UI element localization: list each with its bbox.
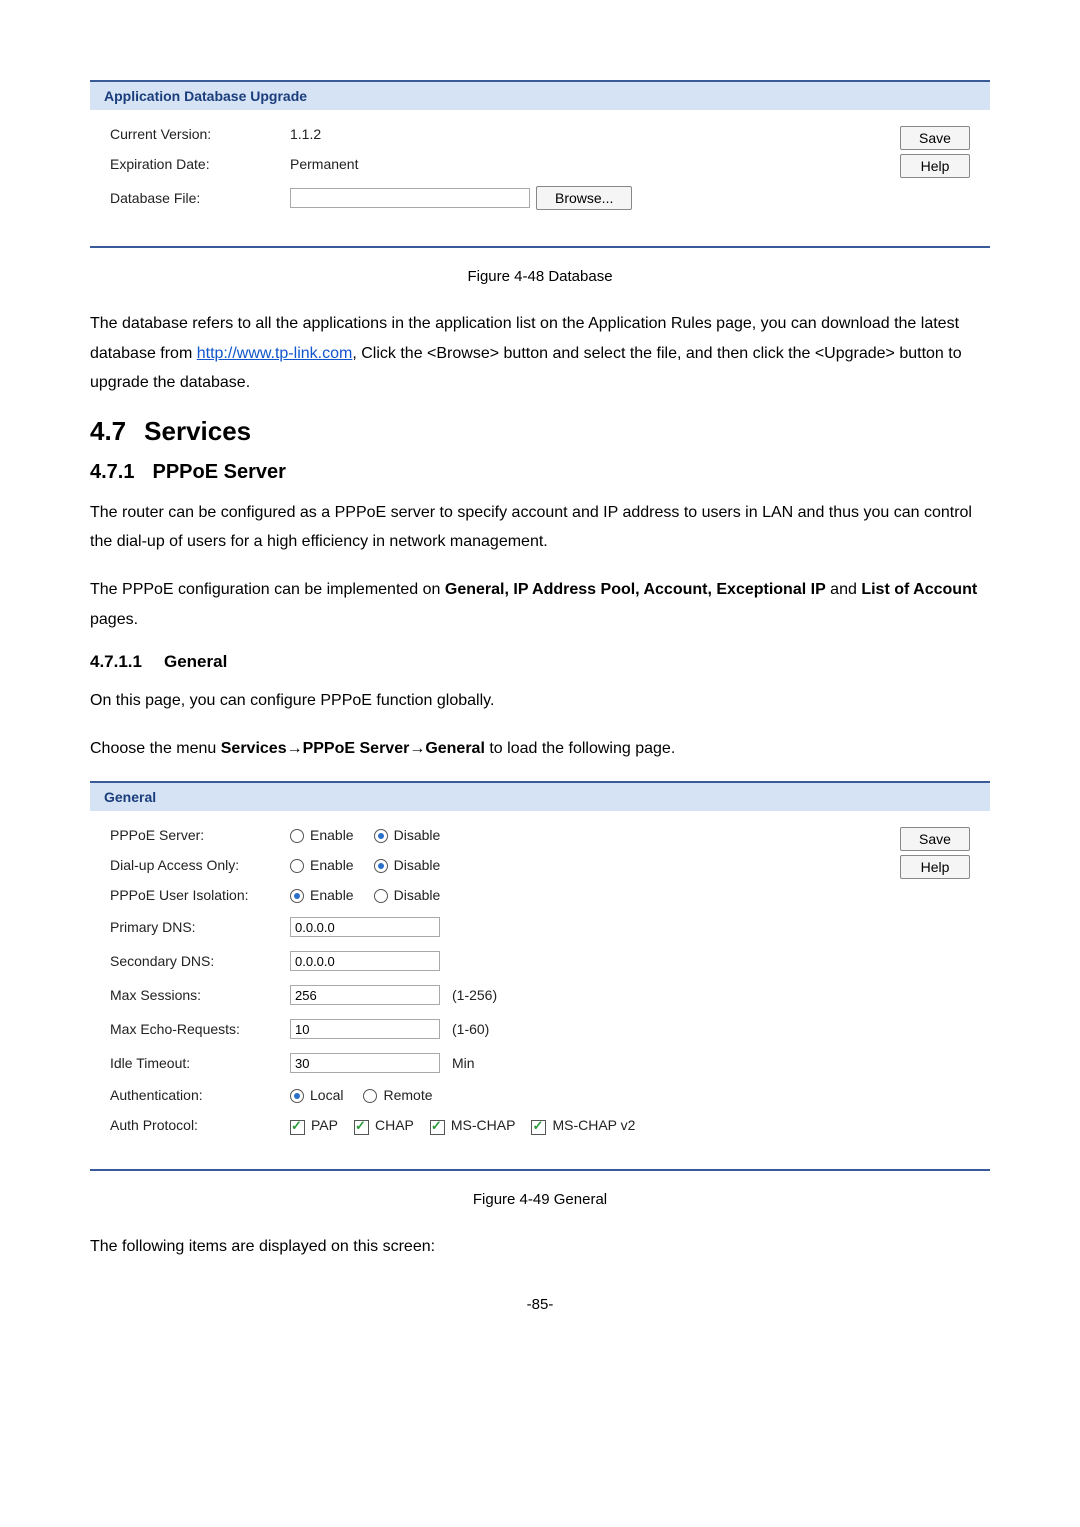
primary-dns-label: Primary DNS: bbox=[110, 919, 290, 935]
max-echo-hint: (1-60) bbox=[452, 1021, 489, 1037]
auth-protocol-label: Auth Protocol: bbox=[110, 1117, 290, 1133]
figure-caption-49: Figure 4-49 General bbox=[90, 1191, 990, 1208]
save-button-2[interactable]: Save bbox=[900, 827, 970, 851]
max-echo-input[interactable] bbox=[290, 1019, 440, 1039]
save-button[interactable]: Save bbox=[900, 126, 970, 150]
dial-up-enable-radio[interactable]: Enable bbox=[290, 857, 354, 873]
expiration-date-value: Permanent bbox=[290, 156, 358, 172]
max-echo-label: Max Echo-Requests: bbox=[110, 1021, 290, 1037]
isolation-label: PPPoE User Isolation: bbox=[110, 887, 290, 903]
idle-timeout-label: Idle Timeout: bbox=[110, 1055, 290, 1071]
browse-button[interactable]: Browse... bbox=[536, 186, 632, 210]
radio-icon bbox=[290, 829, 304, 843]
help-button-2[interactable]: Help bbox=[900, 855, 970, 879]
current-version-value: 1.1.2 bbox=[290, 126, 321, 142]
secondary-dns-row: Secondary DNS: bbox=[110, 951, 880, 971]
primary-dns-row: Primary DNS: bbox=[110, 917, 880, 937]
auth-protocol-row: Auth Protocol: PAP CHAP MS-CHAP MS-CHAP … bbox=[110, 1117, 880, 1133]
radio-icon bbox=[290, 1089, 304, 1103]
primary-dns-input[interactable] bbox=[290, 917, 440, 937]
pppoe-server-enable-radio[interactable]: Enable bbox=[290, 827, 354, 843]
general-paragraph-2: Choose the menu Services→PPPoE Server→Ge… bbox=[90, 734, 990, 764]
database-file-input[interactable] bbox=[290, 188, 530, 208]
auth-pap-checkbox[interactable]: PAP bbox=[290, 1117, 338, 1133]
max-sessions-input[interactable] bbox=[290, 985, 440, 1005]
idle-timeout-hint: Min bbox=[452, 1055, 475, 1071]
pppoe-paragraph-1: The router can be configured as a PPPoE … bbox=[90, 498, 990, 557]
database-file-label: Database File: bbox=[110, 190, 290, 206]
help-button[interactable]: Help bbox=[900, 154, 970, 178]
pppoe-server-disable-radio[interactable]: Disable bbox=[374, 827, 441, 843]
general-panel: General PPPoE Server: Enable Disable Dia… bbox=[90, 781, 990, 1171]
tp-link-url[interactable]: http://www.tp-link.com bbox=[197, 345, 353, 362]
isolation-disable-radio[interactable]: Disable bbox=[374, 887, 441, 903]
current-version-row: Current Version: 1.1.2 bbox=[110, 126, 880, 142]
panel2-title: General bbox=[90, 783, 990, 811]
services-heading: 4.7Services bbox=[90, 416, 990, 447]
radio-icon bbox=[363, 1089, 377, 1103]
checkbox-icon bbox=[290, 1120, 305, 1135]
checkbox-icon bbox=[531, 1120, 546, 1135]
isolation-row: PPPoE User Isolation: Enable Disable bbox=[110, 887, 880, 903]
max-sessions-label: Max Sessions: bbox=[110, 987, 290, 1003]
authentication-row: Authentication: Local Remote bbox=[110, 1087, 880, 1103]
general-heading: 4.7.1.1General bbox=[90, 652, 990, 672]
dial-up-row: Dial-up Access Only: Enable Disable bbox=[110, 857, 880, 873]
database-file-row: Database File: Browse... bbox=[110, 186, 880, 210]
checkbox-icon bbox=[354, 1120, 369, 1135]
authentication-label: Authentication: bbox=[110, 1087, 290, 1103]
radio-icon bbox=[290, 859, 304, 873]
expiration-date-label: Expiration Date: bbox=[110, 156, 290, 172]
max-echo-row: Max Echo-Requests: (1-60) bbox=[110, 1019, 880, 1039]
max-sessions-hint: (1-256) bbox=[452, 987, 497, 1003]
auth-chap-checkbox[interactable]: CHAP bbox=[354, 1117, 414, 1133]
database-paragraph: The database refers to all the applicati… bbox=[90, 309, 990, 398]
database-upgrade-panel: Application Database Upgrade Current Ver… bbox=[90, 80, 990, 248]
panel-title: Application Database Upgrade bbox=[90, 82, 990, 110]
pppoe-paragraph-2: The PPPoE configuration can be implement… bbox=[90, 575, 990, 634]
max-sessions-row: Max Sessions: (1-256) bbox=[110, 985, 880, 1005]
checkbox-icon bbox=[430, 1120, 445, 1135]
secondary-dns-label: Secondary DNS: bbox=[110, 953, 290, 969]
secondary-dns-input[interactable] bbox=[290, 951, 440, 971]
figure-caption-48: Figure 4-48 Database bbox=[90, 268, 990, 285]
radio-icon bbox=[374, 889, 388, 903]
current-version-label: Current Version: bbox=[110, 126, 290, 142]
pppoe-server-heading: 4.7.1PPPoE Server bbox=[90, 461, 990, 484]
auth-local-radio[interactable]: Local bbox=[290, 1087, 343, 1103]
radio-icon bbox=[374, 829, 388, 843]
radio-icon bbox=[290, 889, 304, 903]
pppoe-server-label: PPPoE Server: bbox=[110, 827, 290, 843]
auth-mschap-checkbox[interactable]: MS-CHAP bbox=[430, 1117, 516, 1133]
dial-up-disable-radio[interactable]: Disable bbox=[374, 857, 441, 873]
items-paragraph: The following items are displayed on thi… bbox=[90, 1232, 990, 1262]
auth-remote-radio[interactable]: Remote bbox=[363, 1087, 432, 1103]
radio-icon bbox=[374, 859, 388, 873]
expiration-date-row: Expiration Date: Permanent bbox=[110, 156, 880, 172]
page-number: -85- bbox=[90, 1296, 990, 1313]
idle-timeout-row: Idle Timeout: Min bbox=[110, 1053, 880, 1073]
isolation-enable-radio[interactable]: Enable bbox=[290, 887, 354, 903]
dial-up-label: Dial-up Access Only: bbox=[110, 857, 290, 873]
pppoe-server-row: PPPoE Server: Enable Disable bbox=[110, 827, 880, 843]
general-paragraph-1: On this page, you can configure PPPoE fu… bbox=[90, 686, 990, 716]
auth-mschapv2-checkbox[interactable]: MS-CHAP v2 bbox=[531, 1117, 635, 1133]
idle-timeout-input[interactable] bbox=[290, 1053, 440, 1073]
